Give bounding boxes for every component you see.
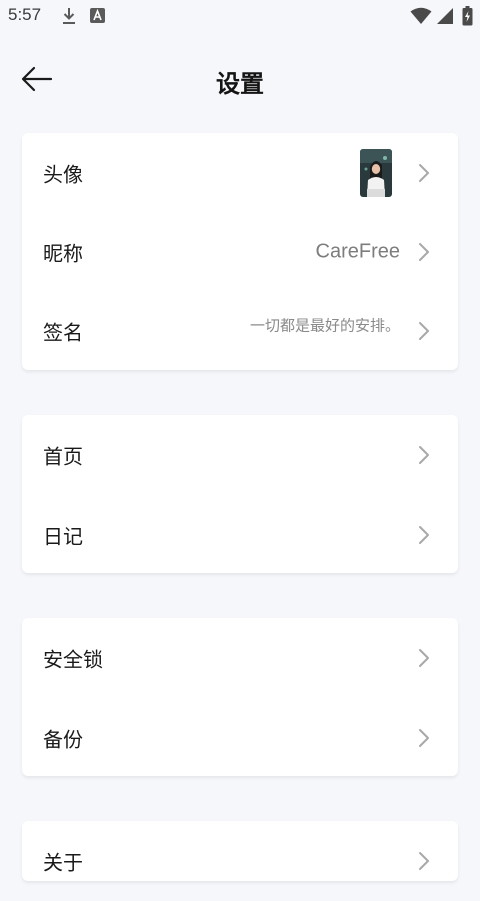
status-time: 5:57 [8,5,42,24]
chevron-right-icon [419,852,429,870]
page-title: 设置 [216,70,264,98]
signal-icon [437,8,453,24]
a-notification-icon [90,8,105,23]
chevron-right-icon [419,446,429,464]
wifi-icon [410,7,432,24]
about-card: 关于 [22,821,458,881]
nickname-value: CareFree [315,240,400,263]
settings-row-signature[interactable]: 签名 一切都是最好的安排。 [22,291,458,371]
chevron-right-icon [419,649,429,667]
row-label: 首页 [43,444,83,469]
status-bar: 5:57 [0,0,480,34]
row-label: 签名 [43,320,83,345]
settings-row-nickname[interactable]: 昵称 CareFree [22,212,458,292]
chevron-right-icon [419,243,429,261]
row-label: 备份 [43,727,83,752]
settings-row-backup[interactable]: 备份 [22,698,458,778]
chevron-right-icon [419,164,429,182]
row-label: 头像 [43,162,83,187]
avatar-image [360,149,392,197]
chevron-right-icon [419,322,429,340]
settings-row-security-lock[interactable]: 安全锁 [22,618,458,698]
security-card: 安全锁 备份 [22,618,458,776]
row-label: 安全锁 [43,647,103,672]
settings-row-diary[interactable]: 日记 [22,495,458,575]
signature-value: 一切都是最好的安排。 [249,316,400,335]
settings-row-home[interactable]: 首页 [22,415,458,495]
battery-icon [462,6,473,26]
row-label: 日记 [43,524,83,549]
download-icon [63,8,75,24]
profile-card: 头像 昵称 CareFree 签名 一切都是最好的安排。 [22,133,458,370]
chevron-right-icon [419,729,429,747]
chevron-right-icon [419,526,429,544]
avatar[interactable] [360,149,392,197]
display-card: 首页 日记 [22,415,458,573]
settings-row-avatar[interactable]: 头像 [22,133,458,213]
settings-row-about[interactable]: 关于 [22,821,458,901]
row-label: 昵称 [43,241,83,266]
row-label: 关于 [43,850,83,875]
